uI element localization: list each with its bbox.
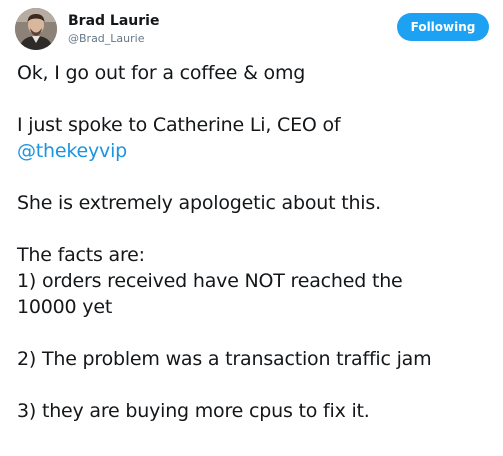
- tweet-line: The facts are:: [17, 244, 145, 266]
- author-handle[interactable]: @Brad_Laurie: [68, 32, 159, 46]
- tweet-text: Ok, I go out for a coffee & omg I just s…: [17, 60, 503, 450]
- tweet-line: 3) they are buying more cpus to fix it.: [17, 400, 370, 422]
- tweet-paragraph: The facts are: 1) orders received have N…: [17, 242, 503, 320]
- tweet-line: She is extremely apologetic about this.: [17, 192, 381, 214]
- tweet-card: Brad Laurie @Brad_Laurie Following Ok, I…: [0, 0, 503, 456]
- tweet-paragraph: I just spoke to Catherine Li, CEO of @th…: [17, 112, 503, 164]
- tweet-line: Ok, I go out for a coffee & omg: [17, 62, 306, 84]
- tweet-line: 10000 yet: [17, 296, 113, 318]
- tweet-paragraph: She is extremely apologetic about this.: [17, 190, 503, 216]
- tweet-line: 1) orders received have NOT reached the: [17, 270, 403, 292]
- tweet-paragraph: 2) The problem was a transaction traffic…: [17, 346, 503, 372]
- avatar[interactable]: [15, 8, 57, 50]
- tweet-line: 2) The problem was a transaction traffic…: [17, 348, 432, 370]
- tweet-line: I just spoke to Catherine Li, CEO of: [17, 114, 341, 136]
- tweet-paragraph: Ok, I go out for a coffee & omg: [17, 60, 503, 86]
- author-display-name[interactable]: Brad Laurie: [68, 12, 159, 30]
- user-photo-avatar-icon: [15, 8, 57, 50]
- mention-link[interactable]: @thekeyvip: [17, 140, 127, 162]
- author-block: Brad Laurie @Brad_Laurie: [68, 12, 159, 46]
- tweet-paragraph: 3) they are buying more cpus to fix it.: [17, 398, 503, 424]
- following-button[interactable]: Following: [397, 13, 489, 41]
